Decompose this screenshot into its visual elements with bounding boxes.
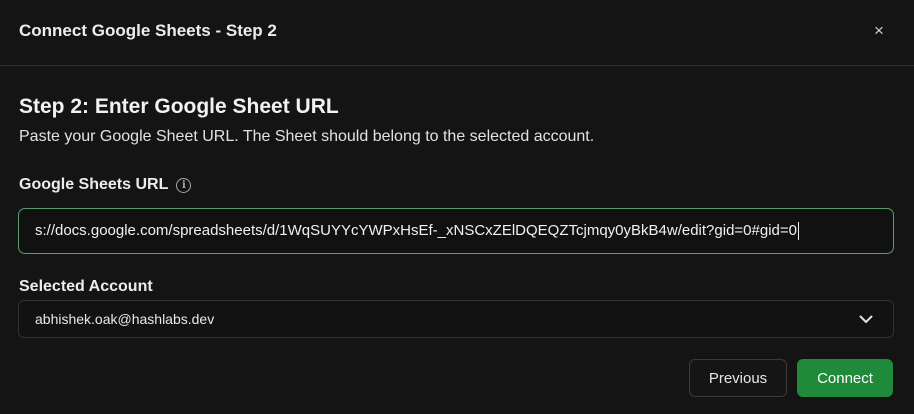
url-input-value: s://docs.google.com/spreadsheets/d/1WqSU…: [35, 221, 799, 241]
url-field-label: Google Sheets URL i: [19, 176, 192, 194]
previous-button[interactable]: Previous: [689, 359, 787, 397]
url-label-text: Google Sheets URL: [19, 176, 169, 193]
selected-account-select[interactable]: abhishek.oak@hashlabs.dev: [18, 300, 894, 338]
selected-account-value: abhishek.oak@hashlabs.dev: [35, 311, 215, 327]
info-icon[interactable]: i: [176, 177, 192, 193]
dialog-title: Connect Google Sheets - Step 2: [19, 21, 277, 40]
close-button[interactable]: ×: [866, 18, 892, 44]
step-description: Paste your Google Sheet URL. The Sheet s…: [19, 128, 595, 145]
step-heading: Step 2: Enter Google Sheet URL: [19, 95, 339, 118]
text-caret: [797, 222, 799, 241]
dialog-header: Connect Google Sheets - Step 2 ×: [0, 0, 914, 66]
close-icon: ×: [874, 21, 884, 40]
connect-button[interactable]: Connect: [797, 359, 893, 397]
account-field-label: Selected Account: [19, 278, 153, 295]
chevron-down-icon: [859, 315, 873, 324]
google-sheets-url-input[interactable]: s://docs.google.com/spreadsheets/d/1WqSU…: [18, 208, 894, 254]
